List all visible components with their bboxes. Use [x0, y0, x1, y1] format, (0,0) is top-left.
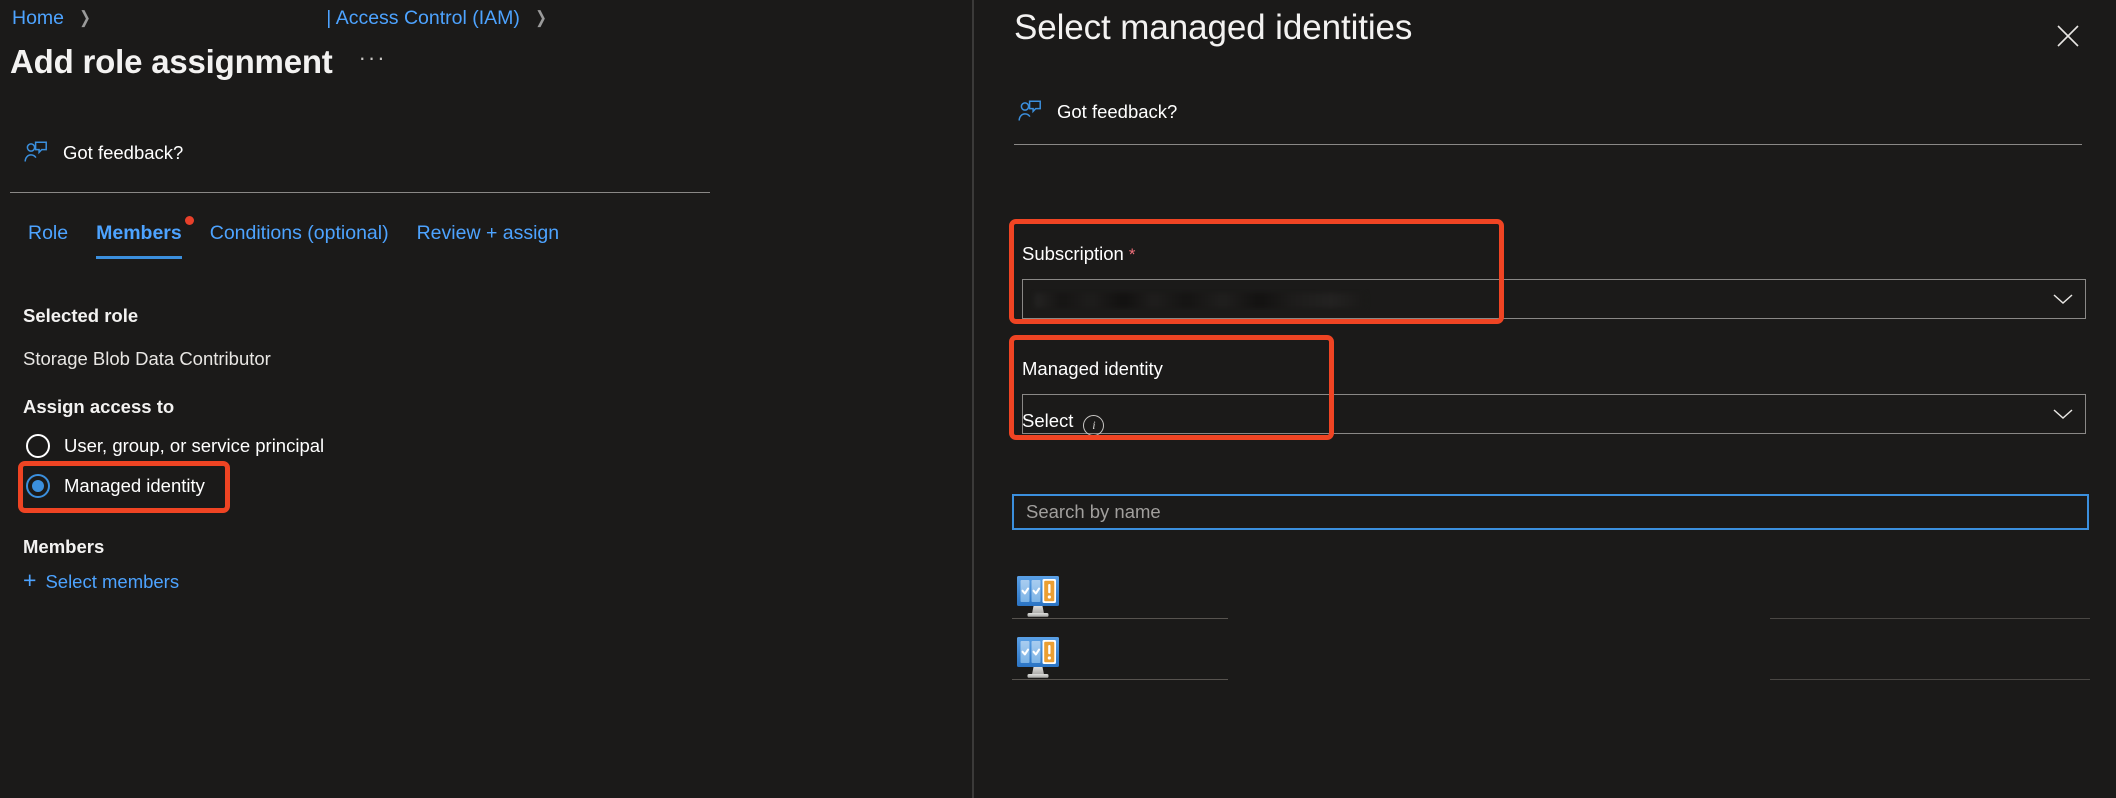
azure-portal-screen: Home ❯ | Access Control (IAM) ❯ Add role… [0, 0, 2116, 798]
tab-conditions-label: Conditions (optional) [210, 222, 389, 244]
page-title-row: Add role assignment ··· [10, 43, 387, 81]
page-title: Add role assignment [10, 43, 333, 81]
got-feedback-button[interactable]: Got feedback? [22, 139, 183, 167]
search-box[interactable] [1012, 494, 2089, 530]
managed-identity-label: Managed identity [1022, 358, 1163, 380]
tab-members-label: Members [96, 222, 182, 244]
breadcrumb: Home ❯ | Access Control (IAM) ❯ [12, 3, 560, 33]
panel-got-feedback-label: Got feedback? [1057, 101, 1177, 123]
info-icon[interactable]: i [1083, 415, 1104, 436]
panel-header-divider [1014, 144, 2082, 145]
got-feedback-label: Got feedback? [63, 142, 183, 164]
chevron-right-icon: ❯ [79, 8, 90, 28]
members-heading: Members [23, 536, 104, 558]
list-divider [1012, 679, 1228, 680]
select-members-link[interactable]: + Select members [23, 570, 179, 593]
radio-user-group-service-principal[interactable]: User, group, or service principal [26, 434, 324, 458]
assign-access-to-heading: Assign access to [23, 396, 174, 418]
subscription-dropdown[interactable] [1022, 279, 2086, 319]
person-feedback-icon [22, 139, 50, 167]
tab-role[interactable]: Role [14, 216, 82, 245]
search-input[interactable] [1014, 501, 2087, 523]
selected-role-value: Storage Blob Data Contributor [23, 348, 271, 370]
list-item-name [1080, 586, 2092, 608]
redacted-subscription-value [1035, 293, 1365, 308]
subscription-label-text: Subscription [1022, 243, 1124, 264]
radio-managed-identity-label: Managed identity [64, 475, 205, 497]
subscription-label: Subscription * [1022, 243, 1135, 265]
list-divider [1770, 618, 2090, 619]
tab-conditions[interactable]: Conditions (optional) [196, 216, 403, 245]
chevron-down-icon[interactable] [2041, 407, 2085, 421]
select-label-text: Select [1022, 410, 1073, 431]
add-role-assignment-blade: Home ❯ | Access Control (IAM) ❯ Add role… [0, 0, 972, 798]
breadcrumb-item-access-control[interactable]: | Access Control (IAM) [326, 7, 520, 30]
tab-members[interactable]: Members [82, 216, 196, 245]
chevron-down-icon[interactable] [2041, 292, 2085, 306]
managed-identity-dropdown[interactable] [1022, 394, 2086, 434]
header-divider [10, 192, 710, 193]
tab-active-underline [96, 256, 182, 259]
selected-role-heading: Selected role [23, 305, 138, 327]
panel-got-feedback-button[interactable]: Got feedback? [1016, 98, 1177, 126]
select-label: Selecti [1022, 410, 1104, 434]
radio-user-group-service-principal-label: User, group, or service principal [64, 435, 324, 457]
person-feedback-icon [1016, 98, 1044, 126]
tab-role-label: Role [28, 222, 68, 244]
wizard-tabs: Role Members Conditions (optional) Revie… [14, 216, 573, 268]
panel-title: Select managed identities [1014, 8, 1412, 48]
tab-members-badge-dot [185, 216, 194, 225]
breadcrumb-item-home[interactable]: Home [12, 7, 64, 30]
select-members-label: Select members [45, 571, 179, 593]
plus-icon: + [23, 569, 36, 592]
subscription-value [1023, 289, 2041, 310]
radio-circle-checked [26, 474, 50, 498]
radio-managed-identity[interactable]: Managed identity [26, 474, 205, 498]
tab-review-assign[interactable]: Review + assign [403, 216, 574, 245]
close-icon[interactable] [2048, 16, 2088, 56]
tab-review-assign-label: Review + assign [417, 222, 560, 244]
list-item-name [1080, 647, 2092, 669]
radio-circle-unchecked [26, 434, 50, 458]
managed-identity-label-text: Managed identity [1022, 358, 1163, 379]
list-divider [1012, 618, 1228, 619]
required-asterisk-icon: * [1129, 245, 1136, 264]
radio-dot [32, 480, 44, 492]
managed-identity-icon [1012, 573, 1062, 621]
managed-identity-icon [1012, 634, 1062, 682]
more-options-button[interactable]: ··· [359, 47, 387, 69]
list-divider [1770, 679, 2090, 680]
chevron-right-icon: ❯ [535, 8, 546, 28]
